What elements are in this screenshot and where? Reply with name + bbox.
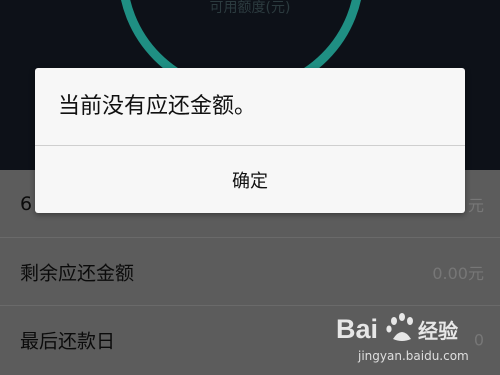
- row-value: 0: [473, 330, 484, 350]
- row-label: 最后还款日: [20, 330, 116, 353]
- confirm-button[interactable]: 确定: [35, 146, 465, 213]
- row-value: 元: [467, 195, 484, 215]
- row-label: 6: [20, 192, 33, 215]
- list-item: 剩余应还金额 0.00元: [0, 238, 500, 306]
- row-value: 0.00元: [432, 263, 484, 283]
- available-credit-label: 可用额度(元): [209, 0, 291, 16]
- alert-dialog: 当前没有应还金额。 确定: [35, 68, 465, 213]
- dialog-message: 当前没有应还金额。: [58, 94, 257, 119]
- list-item: 最后还款日 0: [0, 306, 500, 374]
- row-label: 剩余应还金额: [20, 262, 135, 284]
